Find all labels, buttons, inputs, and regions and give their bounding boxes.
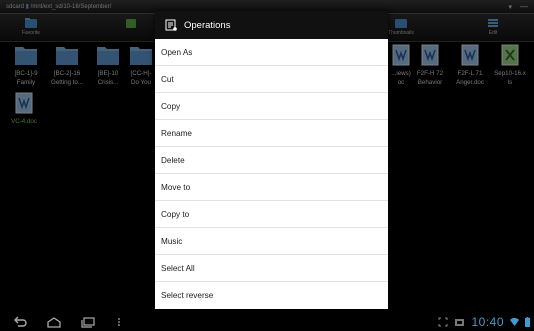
menu-item-rename[interactable]: Rename <box>155 120 388 147</box>
status-clock: 10:40 <box>471 315 504 329</box>
wifi-signal-icon <box>510 317 519 326</box>
menu-nav-icon[interactable] <box>116 316 122 328</box>
screen-rotate-icon <box>438 317 448 327</box>
operations-dialog: Operations Open As Cut Copy Rename Delet… <box>155 11 388 309</box>
operations-menu: Open As Cut Copy Rename Delete Move to C… <box>155 39 388 309</box>
menu-item-open-as[interactable]: Open As <box>155 39 388 66</box>
menu-item-move-to[interactable]: Move to <box>155 174 388 201</box>
screenshot-icon <box>455 319 465 326</box>
home-nav-icon[interactable] <box>46 316 62 328</box>
menu-item-music[interactable]: Music <box>155 228 388 255</box>
menu-item-select-reverse[interactable]: Select reverse <box>155 282 388 309</box>
menu-item-delete[interactable]: Delete <box>155 147 388 174</box>
back-nav-icon[interactable] <box>12 316 28 328</box>
menu-item-select-all[interactable]: Select All <box>155 255 388 282</box>
battery-icon <box>525 317 530 327</box>
operations-icon <box>165 19 177 31</box>
menu-item-copy-to[interactable]: Copy to <box>155 201 388 228</box>
recent-apps-icon[interactable] <box>80 316 96 328</box>
menu-item-copy[interactable]: Copy <box>155 93 388 120</box>
dialog-title: Operations <box>184 19 231 31</box>
menu-item-cut[interactable]: Cut <box>155 66 388 93</box>
system-nav-bar: 10:40 <box>0 313 534 331</box>
status-area[interactable]: 10:40 <box>438 315 530 329</box>
dialog-header: Operations <box>155 11 388 39</box>
